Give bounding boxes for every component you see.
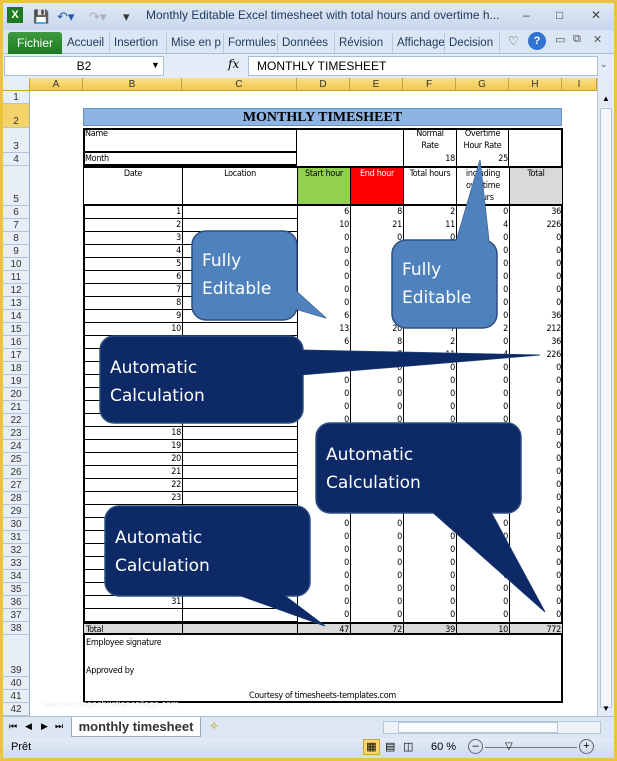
page-layout-view-icon[interactable]: ▤ [385, 740, 395, 753]
callout-4-text: Automatic Calculation [326, 441, 421, 497]
horizontal-scroll-thumb[interactable] [398, 722, 558, 733]
callout-line-2: Calculation [115, 556, 210, 576]
zoom-level[interactable]: 60 % [431, 741, 456, 753]
horizontal-scrollbar[interactable] [383, 721, 601, 734]
sheet-tab-monthly-timesheet[interactable]: monthly timesheet [71, 717, 201, 737]
callout-1-text: Fully Editable [202, 247, 271, 303]
callout-line-2: Editable [202, 279, 272, 299]
callout-line-1: Fully [402, 260, 442, 280]
watermark: www.heritagechristiancollege.com [43, 699, 179, 709]
zoom-in-icon[interactable]: + [579, 739, 594, 754]
callout-line-1: Fully [202, 251, 242, 271]
last-sheet-icon[interactable]: ⏭ [55, 721, 63, 732]
insert-sheet-icon[interactable]: ✧ [209, 719, 219, 733]
callout-line-2: Editable [402, 288, 472, 308]
status-ready: Prêt [11, 741, 32, 753]
callout-line-1: Automatic [326, 445, 414, 465]
sheet-tab-bar: ⏮ ◀ ▶ ⏭ monthly timesheet ✧ www.heritage… [3, 699, 614, 738]
callout-3-text: Automatic Calculation [110, 354, 205, 410]
callout-2-text: Fully Editable [402, 256, 471, 312]
zoom-out-icon[interactable]: – [468, 739, 483, 754]
normal-view-icon[interactable]: ▦ [363, 739, 380, 755]
first-sheet-icon[interactable]: ⏮ [9, 721, 17, 732]
zoom-slider-thumb[interactable]: ▽ [505, 741, 513, 752]
next-sheet-icon[interactable]: ▶ [41, 721, 48, 732]
callout-line-1: Automatic [115, 528, 203, 548]
callouts-layer [99, 159, 546, 627]
status-bar: Prêt ▦ ▤ ◫ 60 % – ▽ + [3, 738, 614, 758]
prev-sheet-icon[interactable]: ◀ [25, 721, 32, 732]
zoom-slider[interactable] [485, 747, 577, 748]
callout-line-1: Automatic [110, 358, 198, 378]
page-break-view-icon[interactable]: ◫ [403, 740, 413, 753]
callout-5-text: Automatic Calculation [115, 524, 210, 580]
callout-line-2: Calculation [110, 386, 205, 406]
callout-line-2: Calculation [326, 473, 421, 493]
